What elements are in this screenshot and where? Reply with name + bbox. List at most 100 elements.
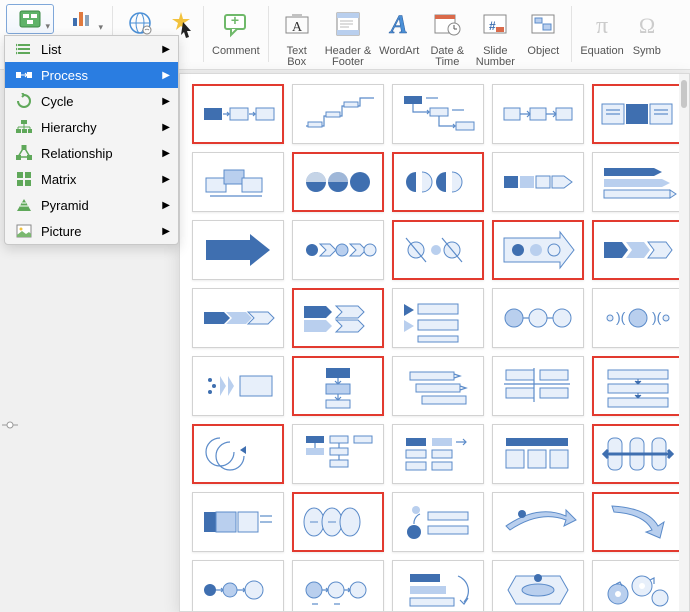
header-footer-button[interactable]: Header & Footer	[321, 2, 375, 72]
pyramid-icon	[15, 196, 33, 214]
menu-item-pyramid[interactable]: Pyramid ▶	[5, 192, 178, 218]
slidenumber-icon: #	[480, 9, 510, 39]
gallery-tile[interactable]	[392, 560, 484, 612]
svg-text:A: A	[292, 20, 303, 35]
menu-item-cycle[interactable]: Cycle ▶	[5, 88, 178, 114]
gallery-tile[interactable]	[192, 492, 284, 552]
gallery-tile[interactable]	[292, 560, 384, 612]
smartart-icon	[19, 10, 41, 28]
gallery-tile[interactable]	[292, 84, 384, 144]
list-icon	[15, 40, 33, 58]
scrollbar-thumb[interactable]	[681, 80, 687, 108]
wordart-button[interactable]: A WordArt	[375, 2, 423, 61]
menu-item-label: Relationship	[41, 146, 113, 161]
matrix-icon	[15, 170, 33, 188]
menu-item-matrix[interactable]: Matrix ▶	[5, 166, 178, 192]
gallery-tile[interactable]	[592, 152, 684, 212]
gallery-tile[interactable]	[192, 560, 284, 612]
chevron-right-icon: ▶	[162, 174, 170, 185]
symbol-icon: Ω	[632, 9, 662, 39]
svg-text:A: A	[389, 10, 408, 39]
text-box-button[interactable]: A Text Box	[273, 2, 321, 72]
menu-item-label: Matrix	[41, 172, 76, 187]
gallery-tile[interactable]	[192, 356, 284, 416]
chevron-right-icon: ▶	[162, 96, 170, 107]
gallery-tile[interactable]	[392, 152, 484, 212]
chevron-right-icon: ▶	[162, 44, 170, 55]
gallery-tile[interactable]	[492, 288, 584, 348]
menu-item-label: Pyramid	[41, 198, 89, 213]
hierarchy-icon	[15, 118, 33, 136]
gallery-tile[interactable]	[192, 288, 284, 348]
gallery-tile[interactable]	[192, 220, 284, 280]
gallery-tile[interactable]	[392, 424, 484, 484]
gallery-tile[interactable]	[192, 424, 284, 484]
date-time-button[interactable]: Date & Time	[423, 2, 471, 72]
gallery-tile[interactable]	[492, 492, 584, 552]
datetime-label: Date & Time	[430, 46, 464, 68]
menu-item-list[interactable]: List ▶	[5, 36, 178, 62]
gallery-tile[interactable]	[492, 220, 584, 280]
menu-item-label: List	[41, 42, 61, 57]
gallery-tile[interactable]	[192, 84, 284, 144]
comment-button[interactable]: + Comment	[208, 2, 264, 61]
gallery-tile[interactable]	[392, 288, 484, 348]
gallery-tile[interactable]	[292, 424, 384, 484]
gallery-tile[interactable]	[592, 560, 684, 612]
textbox-icon: A	[282, 9, 312, 39]
gallery-tile[interactable]: )( )(	[592, 288, 684, 348]
gallery-tile[interactable]	[592, 492, 684, 552]
wordart-icon: A	[384, 9, 414, 39]
gallery-tile[interactable]	[292, 152, 384, 212]
separator	[268, 6, 269, 62]
object-button[interactable]: Object	[519, 2, 567, 61]
headerfooter-icon	[333, 9, 363, 39]
menu-item-hierarchy[interactable]: Hierarchy ▶	[5, 114, 178, 140]
svg-text:Ω: Ω	[639, 13, 655, 38]
gallery-tile[interactable]	[492, 356, 584, 416]
wordart-label: WordArt	[379, 46, 419, 57]
gallery-tile[interactable]	[592, 424, 684, 484]
chevron-right-icon: ▶	[162, 226, 170, 237]
separator	[571, 6, 572, 62]
process-icon	[15, 66, 33, 84]
gallery-tile[interactable]	[492, 152, 584, 212]
smartart-gallery: )( )(	[179, 73, 690, 612]
slide-number-button[interactable]: # Slide Number	[471, 2, 519, 72]
gallery-tile[interactable]	[392, 356, 484, 416]
smartart-dropdown-button[interactable]	[6, 4, 54, 34]
gallery-grid: )( )(	[180, 74, 689, 612]
scrollbar[interactable]	[679, 74, 689, 611]
svg-text:)(: )(	[616, 309, 626, 325]
gallery-tile[interactable]	[592, 84, 684, 144]
menu-item-process[interactable]: Process ▶	[5, 62, 178, 88]
comment-label: Comment	[212, 46, 260, 57]
menu-item-picture[interactable]: Picture ▶	[5, 218, 178, 244]
gallery-tile[interactable]	[292, 288, 384, 348]
gallery-tile[interactable]	[192, 152, 284, 212]
menu-item-relationship[interactable]: Relationship ▶	[5, 140, 178, 166]
svg-text:)(: )(	[652, 309, 662, 325]
gallery-tile[interactable]	[392, 84, 484, 144]
gallery-tile[interactable]	[292, 220, 384, 280]
smartart-category-menu: List ▶ Process ▶ Cycle ▶ Hierarchy ▶ Rel…	[4, 35, 179, 245]
slidenumber-label: Slide Number	[476, 46, 515, 68]
menu-item-label: Cycle	[41, 94, 74, 109]
gallery-tile[interactable]	[292, 356, 384, 416]
headerfooter-label: Header & Footer	[325, 46, 371, 68]
gallery-tile[interactable]	[492, 84, 584, 144]
gallery-tile[interactable]	[492, 424, 584, 484]
gallery-tile[interactable]	[392, 492, 484, 552]
gallery-tile[interactable]	[592, 356, 684, 416]
menu-item-label: Hierarchy	[41, 120, 97, 135]
gallery-tile[interactable]	[292, 492, 384, 552]
equation-label: Equation	[580, 46, 623, 57]
chart-dropdown-button[interactable]	[58, 4, 106, 34]
gallery-tile[interactable]	[492, 560, 584, 612]
relationship-icon	[15, 144, 33, 162]
object-icon	[528, 9, 558, 39]
gallery-tile[interactable]	[392, 220, 484, 280]
gallery-tile[interactable]	[592, 220, 684, 280]
svg-text:+: +	[231, 12, 239, 28]
comment-icon: +	[221, 9, 251, 39]
